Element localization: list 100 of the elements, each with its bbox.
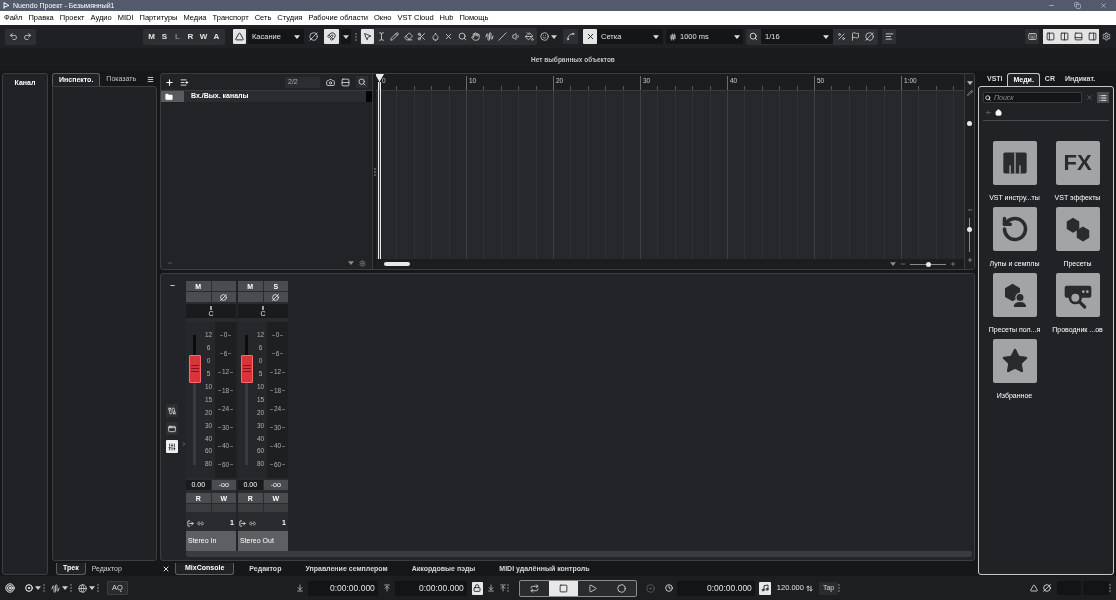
more-icon[interactable] — [167, 283, 177, 288]
zoom-slider-knob[interactable] — [967, 226, 972, 232]
scrollbar-thumb[interactable] — [384, 262, 410, 266]
fader-handle[interactable] — [241, 354, 253, 383]
empty-field[interactable] — [1083, 581, 1109, 595]
circle-slash-icon[interactable] — [865, 32, 874, 41]
time-field[interactable]: 0:00:00.000 — [307, 580, 378, 596]
view-toggle-button[interactable] — [166, 422, 178, 435]
mode-button[interactable]: S — [158, 29, 171, 44]
up-arrow-icon[interactable] — [382, 584, 391, 592]
percent-icon[interactable] — [837, 32, 846, 41]
curve-button[interactable] — [563, 29, 578, 44]
settings-icon[interactable] — [359, 259, 366, 267]
globe-icon[interactable] — [78, 583, 87, 593]
curve-icon — [566, 32, 575, 41]
scissors-icon — [417, 32, 426, 41]
tool-button[interactable] — [496, 29, 509, 44]
plus-icon[interactable] — [165, 77, 174, 87]
hash-icon — [669, 32, 677, 41]
fader-track[interactable] — [241, 335, 253, 465]
exit-arrow-icon[interactable] — [239, 519, 246, 527]
clear-icon[interactable] — [1086, 94, 1093, 101]
zone-toggle-button[interactable] — [1071, 29, 1085, 44]
mode-button[interactable]: A — [210, 29, 223, 44]
editing-button[interactable] — [324, 29, 339, 44]
zone-toggle-button[interactable] — [1085, 29, 1099, 44]
time-field[interactable]: 0:00:00.000 — [394, 580, 467, 596]
droplet-icon — [430, 32, 440, 41]
tool-button[interactable] — [469, 29, 482, 44]
left-panel-icon — [1045, 32, 1055, 41]
x-mark-icon — [444, 32, 453, 41]
flag-icon[interactable] — [851, 32, 860, 41]
exit-arrow-icon[interactable] — [187, 519, 194, 527]
up-arrow-icon[interactable] — [498, 584, 507, 592]
edit-button[interactable] — [263, 292, 288, 302]
rows-icon[interactable] — [341, 77, 350, 87]
fx-icon: FX — [1055, 141, 1100, 185]
play-icon — [587, 583, 597, 593]
smiley-icon[interactable] — [540, 32, 549, 41]
clock-icon[interactable] — [664, 584, 673, 592]
scrollbar-thumb[interactable] — [967, 121, 972, 126]
tool-button[interactable] — [361, 29, 374, 44]
settings-icon[interactable] — [1102, 32, 1111, 41]
restore-icon[interactable] — [1074, 2, 1081, 9]
view-toggle-button[interactable] — [166, 440, 178, 453]
mode-button[interactable]: M — [145, 29, 158, 44]
window-icon — [168, 424, 176, 433]
list-plus-icon[interactable] — [180, 77, 189, 87]
link-icon[interactable] — [249, 519, 256, 527]
link-icon[interactable] — [197, 519, 204, 527]
up-down-icon[interactable] — [805, 584, 813, 592]
camera-icon[interactable] — [326, 77, 335, 87]
automation-button[interactable] — [233, 29, 246, 44]
search-button[interactable] — [356, 76, 368, 88]
fader-handle[interactable] — [189, 354, 201, 383]
fader-track[interactable] — [189, 335, 201, 465]
transport-button[interactable] — [548, 580, 578, 596]
list-view-button[interactable] — [1097, 92, 1109, 103]
zoom-slider-knob[interactable] — [925, 261, 931, 267]
pan-marker-icon — [262, 305, 264, 310]
magnifier-icon[interactable] — [749, 32, 758, 41]
redo-icon[interactable] — [23, 32, 32, 41]
down-arrow-icon[interactable] — [295, 584, 304, 592]
minimize-icon[interactable] — [1048, 2, 1055, 9]
align-button[interactable] — [882, 29, 896, 44]
caret-icon — [62, 586, 68, 590]
snap-button[interactable] — [583, 29, 597, 44]
time-field[interactable]: 0:00:00.000 — [676, 580, 755, 596]
caret-icon — [823, 34, 829, 39]
triangle-icon[interactable] — [1030, 584, 1038, 592]
tool-button[interactable] — [482, 29, 496, 44]
home-icon[interactable] — [995, 108, 1002, 116]
grip-icon — [373, 167, 376, 176]
edit-button[interactable] — [211, 292, 236, 302]
click-button[interactable] — [758, 581, 771, 595]
pointer-icon — [363, 32, 372, 41]
circle-slash-icon[interactable] — [309, 32, 318, 41]
down-arrow-icon[interactable] — [486, 584, 495, 592]
dropdown-button[interactable] — [341, 29, 351, 44]
zone-toggle-button[interactable] — [1057, 29, 1071, 44]
tool-button[interactable] — [388, 29, 401, 44]
target-icon[interactable] — [5, 583, 15, 593]
lock-button[interactable] — [471, 581, 483, 595]
circle-slash-icon — [272, 293, 280, 301]
caret-icon — [734, 34, 740, 39]
pan-marker-icon — [210, 305, 212, 310]
keyboard-button[interactable] — [1025, 29, 1039, 44]
view-toggle-button[interactable] — [166, 404, 178, 417]
mode-button[interactable]: W — [197, 29, 210, 44]
close-icon[interactable] — [162, 565, 170, 573]
tool-button[interactable] — [523, 29, 536, 44]
record-icon — [616, 583, 626, 593]
mode-button[interactable]: R — [184, 29, 197, 44]
menu-icon[interactable] — [147, 76, 154, 83]
undo-icon[interactable] — [9, 32, 18, 41]
waveform-icon[interactable] — [51, 583, 60, 593]
pencil-icon[interactable] — [966, 90, 973, 96]
caret-icon — [343, 34, 349, 39]
zone-toggle-button[interactable] — [1043, 29, 1057, 44]
caret-icon — [35, 586, 41, 590]
